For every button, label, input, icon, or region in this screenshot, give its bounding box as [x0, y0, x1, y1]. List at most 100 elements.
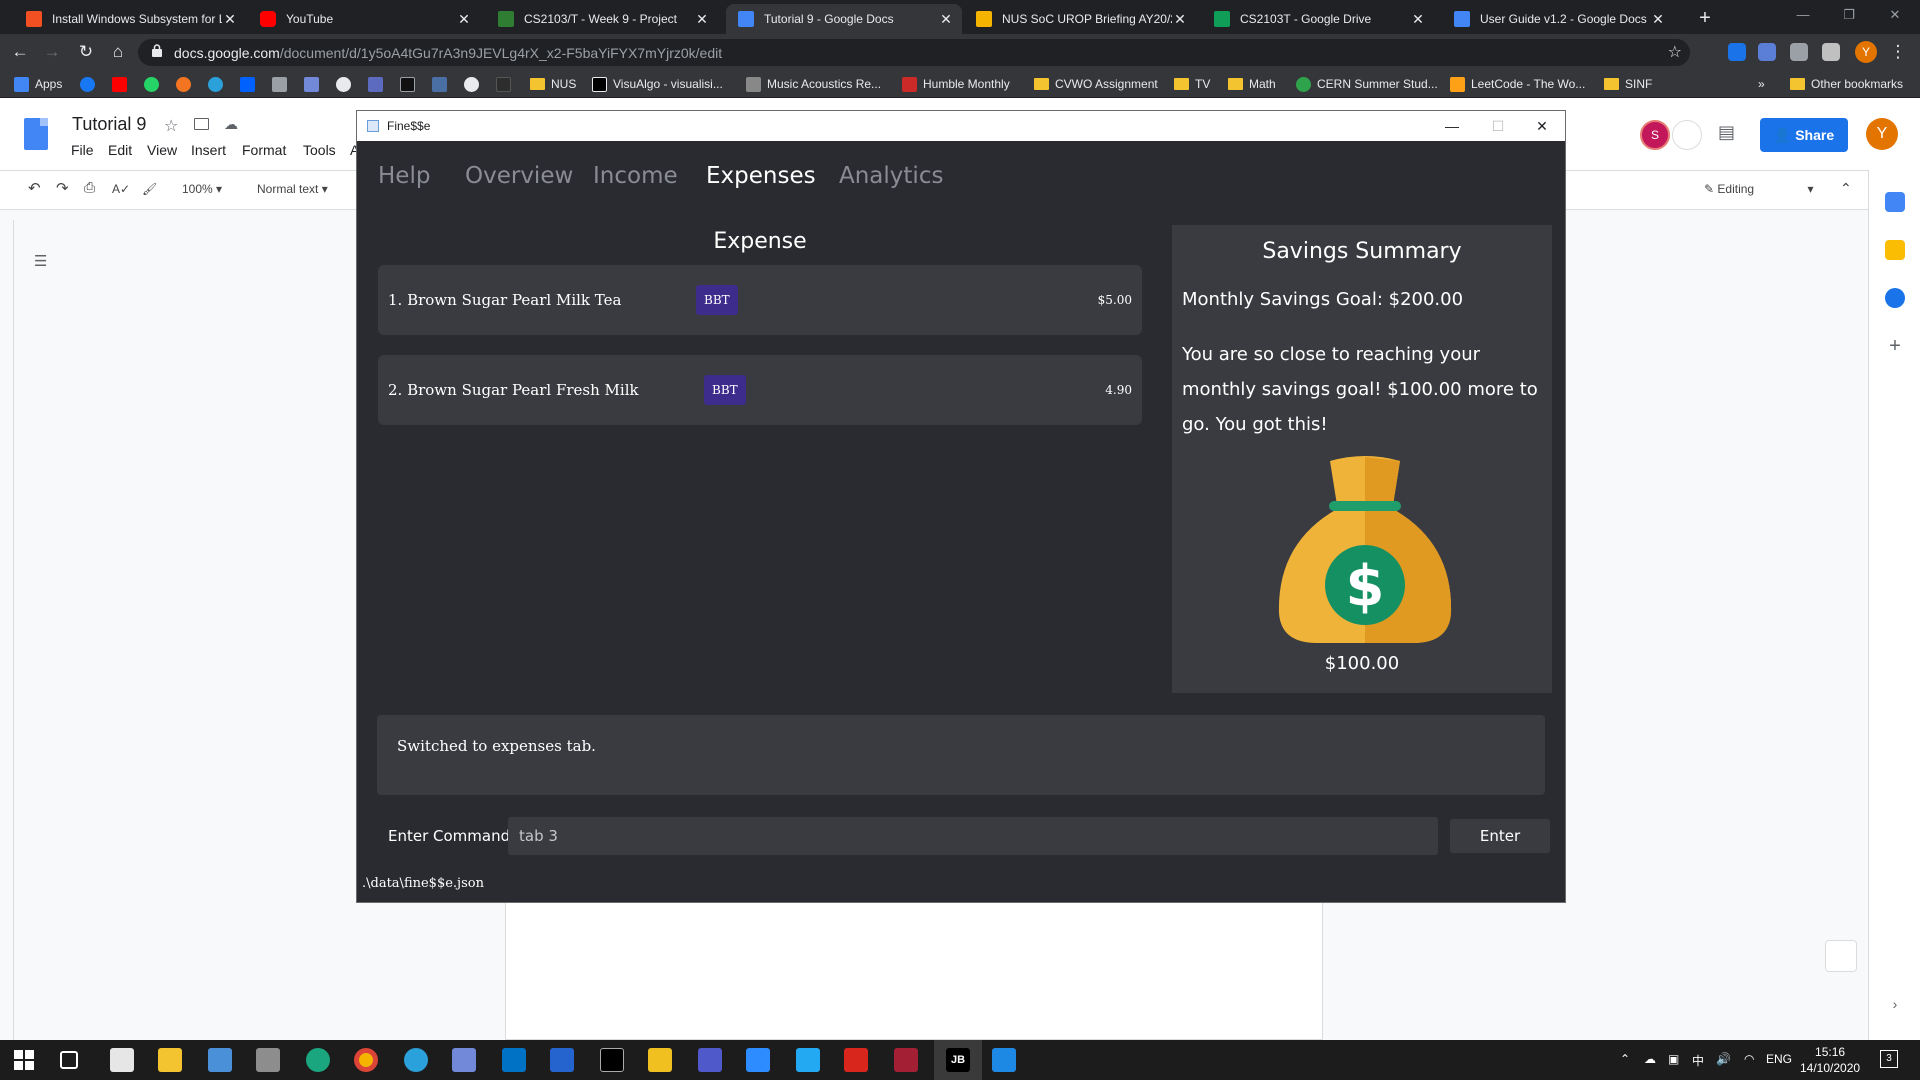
home-icon[interactable]: ⌂: [106, 40, 130, 64]
bookmark-folder[interactable]: CVWO Assignment: [1034, 75, 1158, 93]
enter-button[interactable]: Enter: [1450, 819, 1550, 853]
star-icon[interactable]: ☆: [164, 116, 178, 136]
windows-start-icon[interactable]: [14, 1050, 34, 1070]
jetbrains-icon[interactable]: JB: [946, 1048, 970, 1072]
paint-format-icon[interactable]: 🖌: [142, 182, 157, 196]
close-tab-icon[interactable]: ✕: [694, 11, 710, 28]
app-close-button[interactable]: ✕: [1519, 111, 1565, 141]
bookmark-star-icon[interactable]: ☆: [1668, 42, 1682, 62]
bookmark-icon-only[interactable]: [208, 75, 229, 93]
discord-icon[interactable]: [452, 1048, 476, 1072]
activity-icon[interactable]: [1672, 120, 1702, 150]
volume-icon[interactable]: 🔊: [1716, 1052, 1731, 1066]
docs-logo-icon[interactable]: [24, 118, 48, 150]
close-tab-icon[interactable]: ✕: [1650, 11, 1666, 28]
back-icon[interactable]: ←: [8, 40, 32, 64]
minimize-window-button[interactable]: —: [1780, 0, 1826, 30]
app-maximize-button[interactable]: ☐: [1475, 111, 1521, 141]
reload-icon[interactable]: ↻: [74, 40, 98, 64]
menu-edit[interactable]: Edit: [108, 142, 132, 158]
menu-file[interactable]: File: [71, 142, 94, 158]
close-tab-icon[interactable]: ✕: [222, 11, 238, 28]
task-view-icon[interactable]: [60, 1051, 78, 1069]
bookmark-icon-only[interactable]: [240, 75, 261, 93]
bookmark-folder[interactable]: SINF: [1604, 75, 1652, 93]
close-tab-icon[interactable]: ✕: [456, 11, 472, 28]
bookmark-icon-only[interactable]: [144, 75, 165, 93]
bookmark-icon-only[interactable]: [80, 75, 101, 93]
bookmark-icon-only[interactable]: [112, 75, 133, 93]
bookmark-icon-only[interactable]: [272, 75, 293, 93]
style-select[interactable]: Normal text ▾: [257, 182, 328, 196]
zoom-select[interactable]: 100% ▾: [182, 182, 222, 196]
more-menu-icon[interactable]: ⋮: [1886, 40, 1910, 64]
bookmark-link[interactable]: VisuAlgo - visualisi...: [592, 75, 723, 93]
extension-icon[interactable]: [1758, 43, 1776, 61]
bookmark-folder[interactable]: Math: [1228, 75, 1276, 93]
share-button[interactable]: 👤 Share: [1760, 118, 1848, 152]
tab-analytics[interactable]: Analytics: [839, 163, 943, 189]
close-window-button[interactable]: ✕: [1872, 0, 1918, 30]
extension-icon[interactable]: [1728, 43, 1746, 61]
new-tab-button[interactable]: +: [1693, 6, 1717, 30]
network-icon[interactable]: ▣: [1668, 1052, 1679, 1066]
address-bar[interactable]: docs.google.com/document/d/1y5oA4tGu7rA3…: [138, 39, 1690, 66]
expense-item[interactable]: 1. Brown Sugar Pearl Milk Tea BBT $5.00: [378, 265, 1142, 335]
intellij-icon[interactable]: [894, 1048, 918, 1072]
todo-icon[interactable]: [550, 1048, 574, 1072]
comment-history-icon[interactable]: ▤: [1718, 122, 1738, 142]
browser-tab[interactable]: CS2103T - Google Drive ✕: [1202, 4, 1434, 34]
menu-insert[interactable]: Insert: [191, 142, 226, 158]
acrobat-icon[interactable]: [844, 1048, 868, 1072]
other-bookmarks[interactable]: Other bookmarks: [1790, 75, 1903, 93]
bookmark-icon-only[interactable]: [368, 75, 389, 93]
linux-icon[interactable]: [648, 1048, 672, 1072]
tab-overview[interactable]: Overview: [465, 163, 573, 189]
account-avatar[interactable]: Y: [1866, 118, 1898, 150]
add-addon-icon[interactable]: +: [1885, 336, 1905, 356]
menu-format[interactable]: Format: [242, 142, 286, 158]
document-outline-icon[interactable]: ☰: [34, 252, 52, 270]
menu-view[interactable]: View: [147, 142, 177, 158]
bookmark-icon-only[interactable]: [432, 75, 453, 93]
explore-icon[interactable]: [1825, 940, 1857, 972]
teams-icon[interactable]: [698, 1048, 722, 1072]
notification-center-icon[interactable]: 3: [1880, 1050, 1898, 1068]
browser-tab[interactable]: CS2103/T - Week 9 - Project ✕: [486, 4, 718, 34]
bookmark-icon-only[interactable]: [304, 75, 325, 93]
tab-help[interactable]: Help: [378, 163, 430, 189]
bookmark-icon-only[interactable]: [176, 75, 197, 93]
tray-overflow-icon[interactable]: ⌃: [1620, 1052, 1630, 1066]
collaborator-avatar[interactable]: S: [1640, 120, 1670, 150]
collapse-toolbar-icon[interactable]: ⌃: [1840, 180, 1852, 197]
photos-icon[interactable]: [992, 1048, 1016, 1072]
tab-income[interactable]: Income: [593, 163, 678, 189]
move-folder-icon[interactable]: [194, 118, 209, 130]
forward-icon[interactable]: →: [40, 40, 64, 64]
calculator-icon[interactable]: [208, 1048, 232, 1072]
bookmark-link[interactable]: Humble Monthly: [902, 75, 1010, 93]
browser-tab[interactable]: NUS SoC UROP Briefing AY20/21 ✕: [964, 4, 1196, 34]
browser-tab[interactable]: YouTube ✕: [248, 4, 480, 34]
zoom-icon[interactable]: [746, 1048, 770, 1072]
close-tab-icon[interactable]: ✕: [1172, 11, 1188, 28]
keep-icon[interactable]: [1885, 240, 1905, 260]
bookmark-icon-only[interactable]: [464, 75, 485, 93]
bookmark-link[interactable]: Music Acoustics Re...: [746, 75, 881, 93]
mail-icon[interactable]: [502, 1048, 526, 1072]
system-clock[interactable]: 15:16 14/10/2020: [1800, 1044, 1860, 1076]
browser-tab-active[interactable]: Tutorial 9 - Google Docs ✕: [726, 4, 962, 34]
language-indicator[interactable]: ENG: [1766, 1052, 1792, 1066]
browser-tab[interactable]: User Guide v1.2 - Google Docs ✕: [1442, 4, 1674, 34]
ime-indicator[interactable]: 中: [1692, 1052, 1704, 1069]
profile-avatar[interactable]: Y: [1855, 41, 1877, 63]
restore-window-button[interactable]: ❐: [1826, 0, 1872, 30]
snipping-tool-icon[interactable]: [256, 1048, 280, 1072]
spellcheck-icon[interactable]: A✓: [112, 182, 130, 196]
telegram-icon[interactable]: [404, 1048, 428, 1072]
chrome-icon[interactable]: [354, 1048, 378, 1072]
file-explorer-icon[interactable]: [158, 1048, 182, 1072]
editing-mode-select[interactable]: ✎ Editing ▾: [1704, 182, 1813, 196]
vscode-icon[interactable]: [796, 1048, 820, 1072]
command-input[interactable]: [508, 817, 1438, 855]
